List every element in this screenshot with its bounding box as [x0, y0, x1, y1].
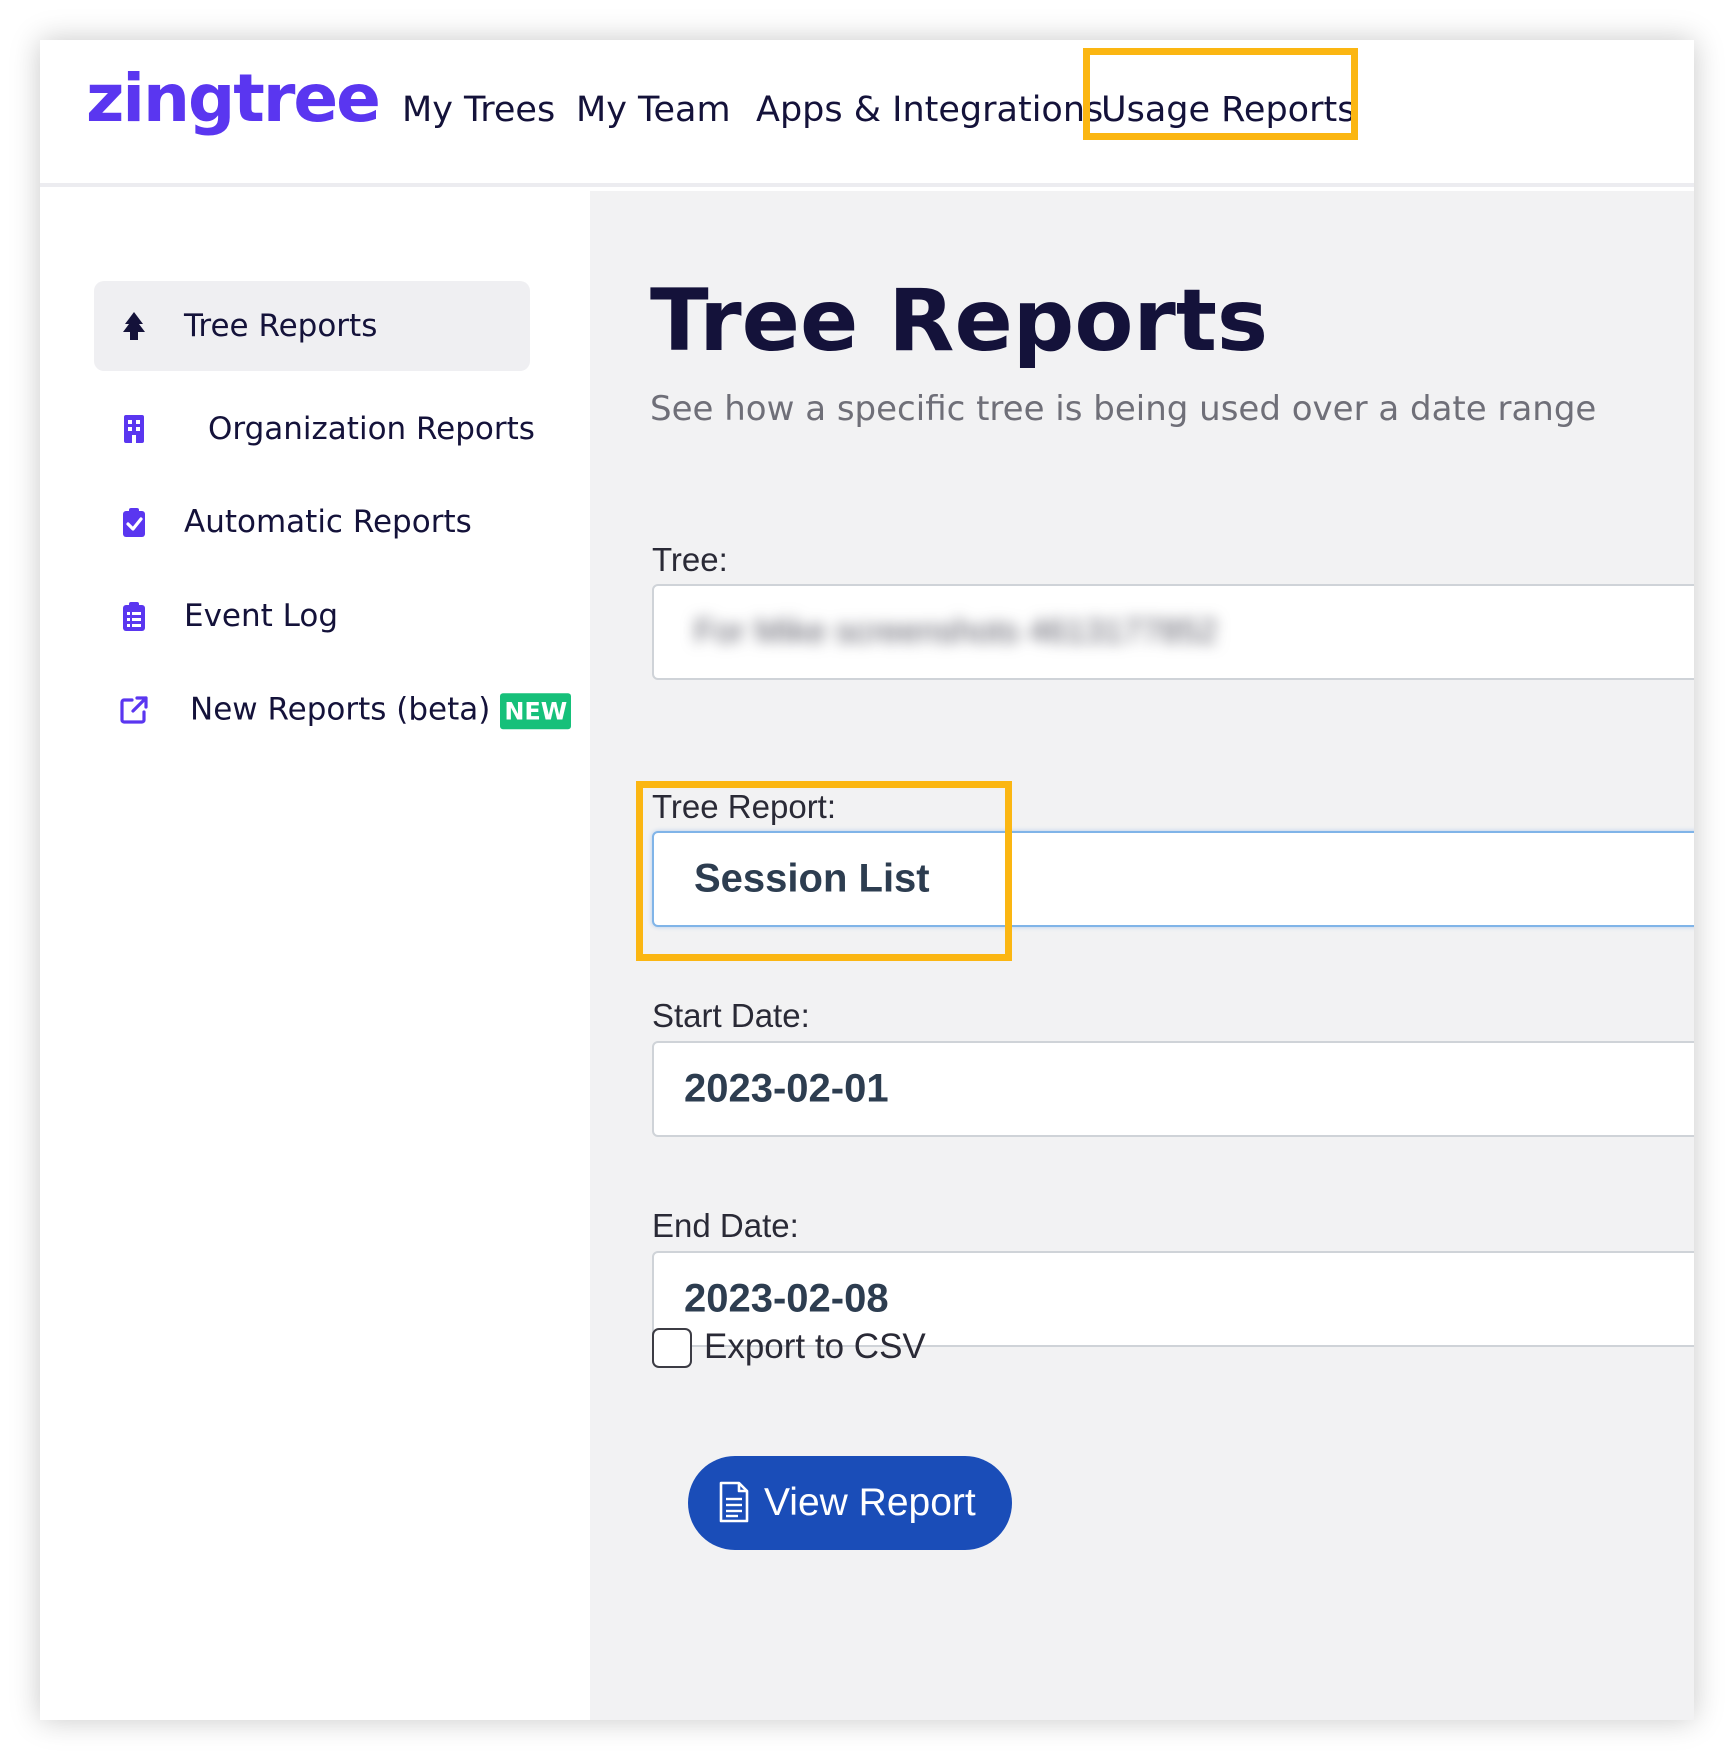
- nav-my-team[interactable]: My Team: [576, 90, 731, 130]
- tree-report-select[interactable]: Session List: [652, 831, 1694, 927]
- sidebar-item-event-log[interactable]: Event Log: [94, 571, 530, 661]
- top-nav: zingtree My Trees My Team Apps & Integra…: [40, 40, 1694, 187]
- sidebar-item-label: Organization Reports: [208, 411, 535, 447]
- sidebar-item-new-reports[interactable]: New Reports (beta) NEW: [94, 665, 572, 755]
- tree-label: Tree:: [652, 541, 728, 578]
- new-badge: NEW: [500, 692, 572, 729]
- view-report-button[interactable]: View Report: [688, 1456, 1012, 1550]
- nav-my-trees[interactable]: My Trees: [402, 90, 555, 130]
- sidebar-item-label: New Reports (beta): [190, 691, 491, 728]
- tree-select-value: For Mike screenshots 4613177852: [694, 612, 1218, 651]
- sidebar-item-label: Tree Reports: [184, 308, 378, 344]
- document-icon: [719, 1481, 749, 1523]
- sidebar-item-automatic-reports[interactable]: Automatic Reports: [94, 477, 530, 567]
- zingtree-logo[interactable]: zingtree: [86, 66, 381, 132]
- tree-icon: [123, 312, 145, 340]
- sidebar-item-label: Automatic Reports: [184, 504, 472, 540]
- tree-select[interactable]: For Mike screenshots 4613177852: [652, 584, 1694, 680]
- start-date-input[interactable]: 2023-02-01: [652, 1041, 1694, 1137]
- external-link-icon: [120, 696, 148, 724]
- start-date-label: Start Date:: [652, 997, 810, 1034]
- page-title: Tree Reports: [650, 271, 1269, 371]
- page-subtitle: See how a specific tree is being used ov…: [650, 389, 1597, 429]
- sidebar-item-label: Event Log: [184, 598, 339, 634]
- nav-usage-reports[interactable]: Usage Reports: [1101, 90, 1355, 130]
- nav-apps-integrations[interactable]: Apps & Integrations: [756, 90, 1103, 130]
- sidebar-item-organization-reports[interactable]: Organization Reports: [94, 384, 535, 474]
- end-date-label: End Date:: [652, 1207, 799, 1244]
- clipboard-check-icon: [123, 508, 145, 537]
- view-report-label: View Report: [764, 1481, 976, 1524]
- clipboard-list-icon: [123, 602, 145, 631]
- tree-report-value: Session List: [694, 856, 930, 901]
- main-content: Tree Reports See how a specific tree is …: [590, 191, 1694, 1720]
- sidebar-item-tree-reports[interactable]: Tree Reports: [94, 281, 530, 371]
- end-date-value: 2023-02-08: [684, 1276, 889, 1321]
- app-window: zingtree My Trees My Team Apps & Integra…: [40, 40, 1694, 1720]
- tree-report-label: Tree Report:: [652, 788, 837, 825]
- export-csv-label[interactable]: Export to CSV: [704, 1327, 926, 1367]
- building-icon: [124, 415, 144, 443]
- start-date-value: 2023-02-01: [684, 1066, 889, 1111]
- export-csv-checkbox[interactable]: [652, 1328, 692, 1368]
- sidebar: Tree Reports Organization Reports Automa…: [40, 191, 590, 1720]
